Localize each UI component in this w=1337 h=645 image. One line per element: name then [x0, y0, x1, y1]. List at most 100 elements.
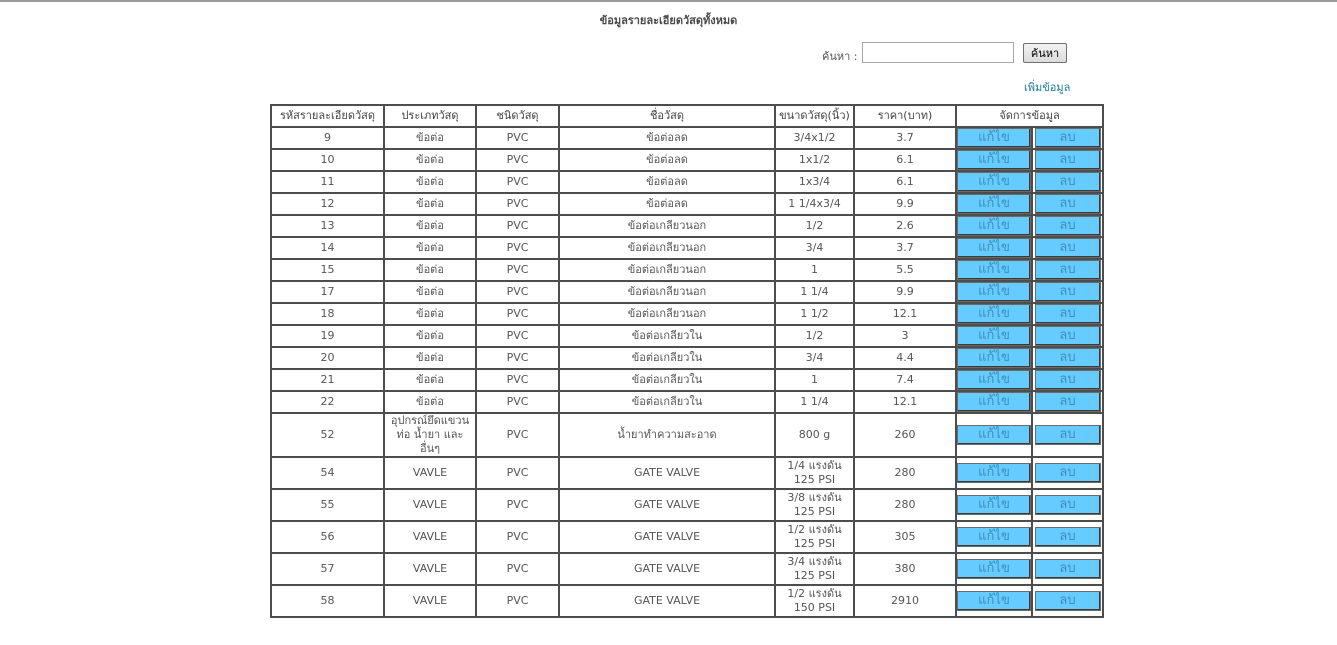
delete-button[interactable]: ลบ [1034, 195, 1101, 213]
cell-category: VAVLE [383, 584, 477, 618]
edit-button[interactable]: แก้ไข [958, 217, 1030, 235]
delete-button[interactable]: ลบ [1034, 151, 1101, 169]
cell-delete-action: ลบ [1030, 390, 1105, 414]
cell-delete-action: ลบ [1030, 192, 1105, 216]
cell-delete-action: ลบ [1030, 488, 1105, 522]
cell-price: 9.9 [853, 280, 957, 304]
cell-id: 15 [270, 258, 385, 282]
delete-button[interactable]: ลบ [1034, 527, 1101, 547]
cell-category: VAVLE [383, 520, 477, 554]
edit-button[interactable]: แก้ไข [958, 371, 1030, 389]
cell-category: VAVLE [383, 456, 477, 490]
delete-button[interactable]: ลบ [1034, 239, 1101, 257]
cell-edit-action: แก้ไข [955, 346, 1033, 370]
cell-name: ข้อต่อเกลียวใน [558, 390, 776, 414]
cell-price: 305 [853, 520, 957, 554]
cell-edit-action: แก้ไข [955, 412, 1033, 458]
cell-price: 12.1 [853, 390, 957, 414]
delete-button[interactable]: ลบ [1034, 349, 1101, 367]
cell-id: 52 [270, 412, 385, 458]
delete-button[interactable]: ลบ [1034, 261, 1101, 279]
cell-edit-action: แก้ไข [955, 214, 1033, 238]
cell-size: 800 g [774, 412, 855, 458]
cell-price: 2.6 [853, 214, 957, 238]
cell-delete-action: ลบ [1030, 148, 1105, 172]
cell-price: 280 [853, 456, 957, 490]
cell-delete-action: ลบ [1030, 236, 1105, 260]
add-data-link[interactable]: เพิ่มข้อมูล [1024, 78, 1070, 96]
cell-id: 19 [270, 324, 385, 348]
table-row: 21 ข้อต่อ PVC ข้อต่อเกลียวใน 1 7.4 แก้ไข ลบ [270, 368, 1105, 392]
edit-button[interactable]: แก้ไข [958, 261, 1030, 279]
cell-category: ข้อต่อ [383, 346, 477, 370]
delete-button[interactable]: ลบ [1034, 327, 1101, 345]
cell-id: 56 [270, 520, 385, 554]
search-input[interactable] [862, 42, 1014, 63]
delete-button[interactable]: ลบ [1034, 463, 1101, 483]
header-material-type: ชนิดวัสดุ [475, 104, 560, 128]
cell-name: GATE VALVE [558, 552, 776, 586]
cell-edit-action: แก้ไข [955, 390, 1033, 414]
cell-name: ข้อต่อเกลียวใน [558, 346, 776, 370]
delete-button[interactable]: ลบ [1034, 393, 1101, 411]
cell-type: PVC [475, 368, 560, 392]
edit-button[interactable]: แก้ไข [958, 305, 1030, 323]
cell-price: 12.1 [853, 302, 957, 326]
delete-button[interactable]: ลบ [1034, 371, 1101, 389]
edit-button[interactable]: แก้ไข [958, 591, 1030, 611]
edit-button[interactable]: แก้ไข [958, 173, 1030, 191]
edit-button[interactable]: แก้ไข [958, 195, 1030, 213]
cell-delete-action: ลบ [1030, 552, 1105, 586]
delete-button[interactable]: ลบ [1034, 305, 1101, 323]
table-row: 19 ข้อต่อ PVC ข้อต่อเกลียวใน 1/2 3 แก้ไข ลบ [270, 324, 1105, 348]
delete-button[interactable]: ลบ [1034, 425, 1101, 445]
cell-edit-action: แก้ไข [955, 520, 1033, 554]
header-material-name: ชื่อวัสดุ [558, 104, 776, 128]
edit-button[interactable]: แก้ไข [958, 129, 1030, 147]
cell-id: 18 [270, 302, 385, 326]
edit-button[interactable]: แก้ไข [958, 349, 1030, 367]
cell-delete-action: ลบ [1030, 456, 1105, 490]
delete-button[interactable]: ลบ [1034, 173, 1101, 191]
cell-id: 58 [270, 584, 385, 618]
cell-name: ข้อต่อเกลียวนอก [558, 280, 776, 304]
cell-type: PVC [475, 552, 560, 586]
search-button[interactable]: ค้นหา [1023, 43, 1067, 63]
delete-button[interactable]: ลบ [1034, 559, 1101, 579]
cell-price: 3 [853, 324, 957, 348]
edit-button[interactable]: แก้ไข [958, 151, 1030, 169]
table-row: 55 VAVLE PVC GATE VALVE 3/8 แรงดัน 125 PSI 28… [270, 488, 1105, 522]
edit-button[interactable]: แก้ไข [958, 327, 1030, 345]
table-row: 12 ข้อต่อ PVC ข้อต่อลด 1 1/4x3/4 9.9 แก้ไข ลบ [270, 192, 1105, 216]
edit-button[interactable]: แก้ไข [958, 559, 1030, 579]
cell-type: PVC [475, 324, 560, 348]
delete-button[interactable]: ลบ [1034, 591, 1101, 611]
cell-size: 1 [774, 368, 855, 392]
edit-button[interactable]: แก้ไข [958, 239, 1030, 257]
cell-category: ข้อต่อ [383, 192, 477, 216]
delete-button[interactable]: ลบ [1034, 129, 1101, 147]
table-row: 54 VAVLE PVC GATE VALVE 1/4 แรงดัน 125 PSI 28… [270, 456, 1105, 490]
edit-button[interactable]: แก้ไข [958, 425, 1030, 445]
cell-category: ข้อต่อ [383, 324, 477, 348]
cell-name: GATE VALVE [558, 488, 776, 522]
delete-button[interactable]: ลบ [1034, 283, 1101, 301]
edit-button[interactable]: แก้ไข [958, 527, 1030, 547]
table-row: 20 ข้อต่อ PVC ข้อต่อเกลียวใน 3/4 4.4 แก้ไข ลบ [270, 346, 1105, 370]
cell-category: ข้อต่อ [383, 302, 477, 326]
edit-button[interactable]: แก้ไข [958, 393, 1030, 411]
cell-name: ข้อต่อลด [558, 170, 776, 194]
cell-edit-action: แก้ไข [955, 148, 1033, 172]
cell-size: 1/2 แรงดัน 150 PSI [774, 584, 855, 618]
cell-size: 1 1/4 [774, 280, 855, 304]
table-row: 56 VAVLE PVC GATE VALVE 1/2 แรงดัน 125 PSI 30… [270, 520, 1105, 554]
delete-button[interactable]: ลบ [1034, 495, 1101, 515]
cell-id: 57 [270, 552, 385, 586]
delete-button[interactable]: ลบ [1034, 217, 1101, 235]
edit-button[interactable]: แก้ไข [958, 463, 1030, 483]
cell-size: 1/2 [774, 214, 855, 238]
cell-size: 1/2 แรงดัน 125 PSI [774, 520, 855, 554]
edit-button[interactable]: แก้ไข [958, 495, 1030, 515]
cell-name: ข้อต่อเกลียวนอก [558, 214, 776, 238]
edit-button[interactable]: แก้ไข [958, 283, 1030, 301]
